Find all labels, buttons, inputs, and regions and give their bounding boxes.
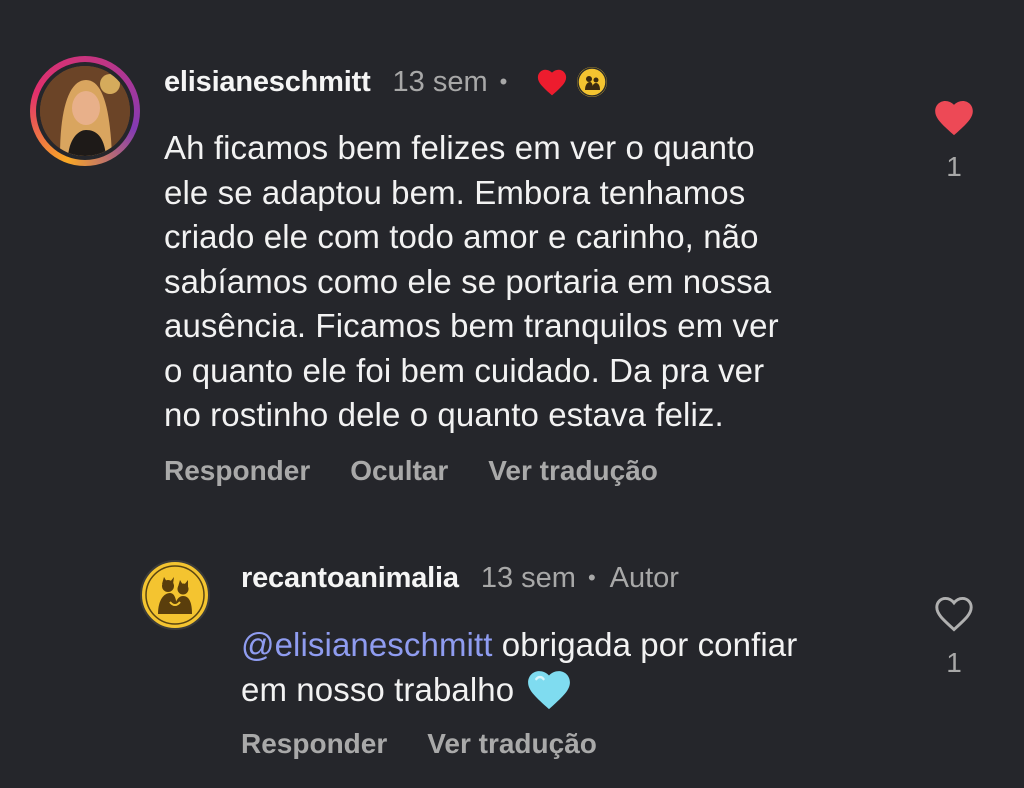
comment-line: ausência. Ficamos bem tranquilos em ver <box>164 307 779 344</box>
like-column: 1 <box>929 100 979 183</box>
heart-icon <box>537 69 567 96</box>
hide-button[interactable]: Ocultar <box>350 455 448 487</box>
comment-actions: Responder Ocultar Ver tradução <box>164 455 658 487</box>
comment-text: Ah ficamos bem felizes em ver o quanto e… <box>164 126 924 438</box>
comment-line: no rostinho dele o quanto estava feliz. <box>164 396 724 433</box>
username[interactable]: elisianeschmitt <box>164 66 371 99</box>
author-label: Autor <box>609 561 679 594</box>
light-blue-heart-icon <box>527 670 571 710</box>
comment-recantoanimalia: recantoanimalia 13 sem • Autor @elisiane… <box>0 520 1024 788</box>
see-translation-button[interactable]: Ver tradução <box>427 728 597 760</box>
like-heart-outline-icon[interactable] <box>934 596 974 637</box>
comment-line: criado ele com todo amor e carinho, não <box>164 218 759 255</box>
mention-link[interactable]: @elisianeschmitt <box>241 626 493 663</box>
reply-button[interactable]: Responder <box>241 728 387 760</box>
comment-line: sabíamos como ele se portaria em nossa <box>164 262 772 300</box>
comment-actions: Responder Ver tradução <box>241 728 597 760</box>
separator-dot: • <box>499 69 508 94</box>
comment-line: o quanto ele foi bem cuidado. Da pra ver <box>164 351 765 389</box>
like-count: 1 <box>946 151 962 182</box>
comment-text-part: obrigada por confiar <box>492 626 798 663</box>
reply-button[interactable]: Responder <box>164 455 310 487</box>
comment-line: em nosso trabalho <box>241 668 921 713</box>
avatar[interactable] <box>40 66 130 156</box>
comment-line: @elisianeschmitt obrigada por confiar <box>241 623 921 668</box>
timestamp[interactable]: 13 sem <box>393 66 488 99</box>
avatar[interactable] <box>140 560 210 630</box>
like-column: 1 <box>929 596 979 679</box>
comment-meta: recantoanimalia 13 sem • Autor <box>241 560 679 596</box>
separator-dot: • <box>587 565 596 590</box>
like-count: 1 <box>946 647 962 678</box>
timestamp[interactable]: 13 sem <box>481 562 576 595</box>
like-heart-filled-icon[interactable] <box>934 100 974 141</box>
comment-text: @elisianeschmitt obrigada por confiar em… <box>241 623 921 712</box>
username[interactable]: recantoanimalia <box>241 562 459 595</box>
comment-line: ele se adaptou bem. Embora tenhamos <box>164 173 746 211</box>
comment-text-part: em nosso trabalho <box>241 670 524 708</box>
animal-logo-icon <box>577 67 608 97</box>
comment-meta: elisianeschmitt 13 sem • <box>164 64 608 100</box>
comment-elisianeschmitt: elisianeschmitt 13 sem • Ah ficamos bem … <box>0 0 1024 520</box>
animal-logo-icon <box>140 560 210 630</box>
avatar-photo-icon <box>40 66 130 156</box>
see-translation-button[interactable]: Ver tradução <box>488 455 658 487</box>
comment-line: Ah ficamos bem felizes em ver o quanto <box>164 129 755 166</box>
